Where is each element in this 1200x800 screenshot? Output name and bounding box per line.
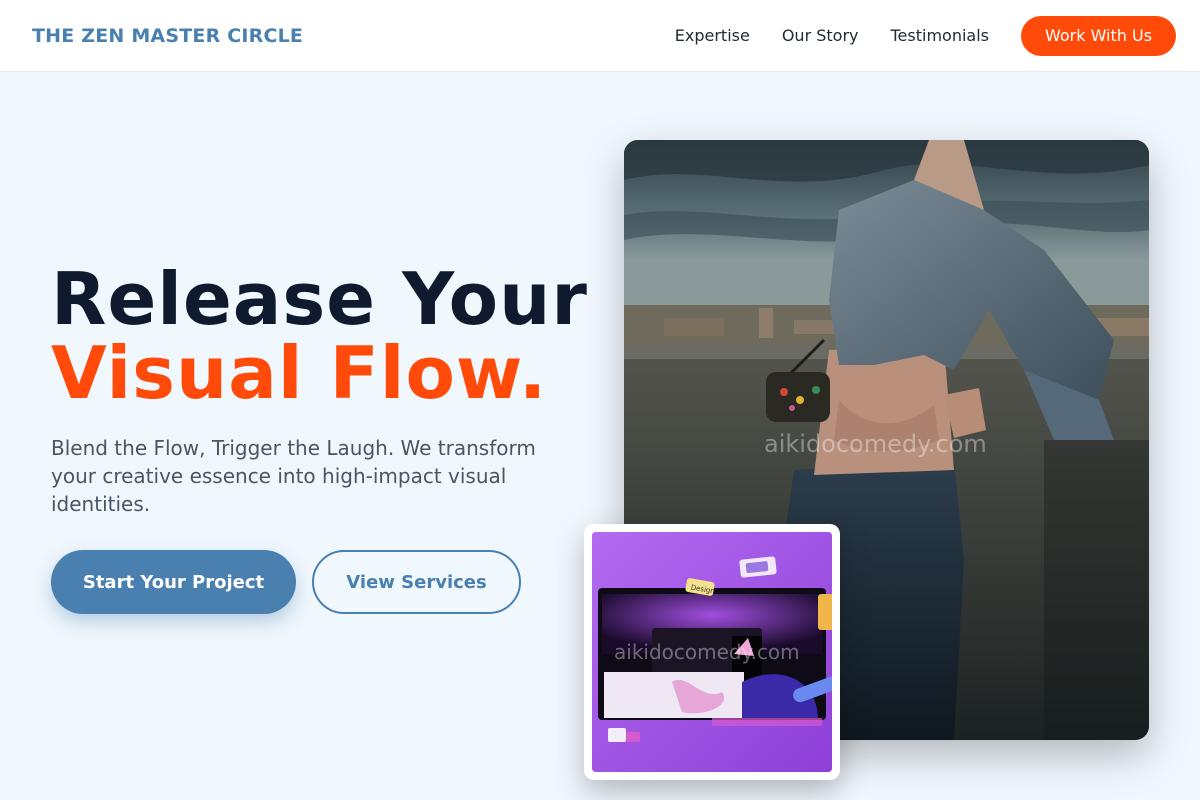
nav-link-expertise[interactable]: Expertise [675,26,750,45]
brand-logo[interactable]: THE ZEN MASTER CIRCLE [32,25,303,47]
work-with-us-button[interactable]: Work With Us [1021,15,1176,56]
hero-title: Release Your Visual Flow. [51,262,588,410]
nav-link-testimonials[interactable]: Testimonials [891,26,990,45]
top-navbar: THE ZEN MASTER CIRCLE Expertise Our Stor… [0,0,1200,72]
view-services-button[interactable]: View Services [312,550,521,614]
inset-watermark: aikidocomedy.com [614,640,800,664]
hero-title-line1: Release Your [51,257,588,341]
nav-link-our-story[interactable]: Our Story [782,26,859,45]
inset-preview-card[interactable]: Design aikidocomedy.com [584,524,840,780]
start-project-button[interactable]: Start Your Project [51,550,296,614]
hero-title-line2: Visual Flow. [51,331,548,415]
hero-subtitle: Blend the Flow, Trigger the Laugh. We tr… [51,436,536,516]
inset-preview-image: Design aikidocomedy.com [592,532,832,772]
nav-links: Expertise Our Story Testimonials Work Wi… [675,15,1176,56]
photo-watermark: aikidocomedy.com [764,430,987,458]
